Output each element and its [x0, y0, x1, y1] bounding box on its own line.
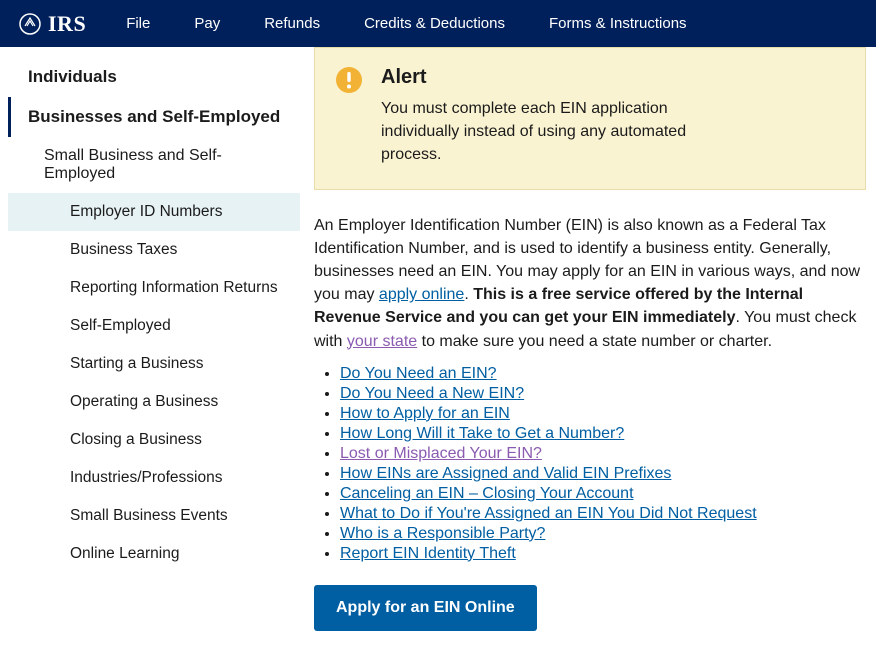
topic-link[interactable]: How to Apply for an EIN	[340, 405, 510, 422]
alert-icon	[335, 66, 363, 167]
topic-link[interactable]: What to Do if You're Assigned an EIN You…	[340, 505, 757, 522]
eagle-icon	[18, 12, 42, 36]
intro-text-4: to make sure you need a state number or …	[417, 333, 772, 350]
sidebar-item-self-employed[interactable]: Self-Employed	[8, 307, 300, 345]
irs-logo[interactable]: IRS	[18, 11, 86, 37]
topic-link[interactable]: Do You Need an EIN?	[340, 365, 497, 382]
sidebar-item-reporting-information-returns[interactable]: Reporting Information Returns	[8, 269, 300, 307]
list-item: Do You Need an EIN?	[340, 365, 866, 383]
left-sidebar: Individuals Businesses and Self-Employed…	[0, 47, 300, 651]
nav-forms-instructions[interactable]: Forms & Instructions	[549, 15, 687, 32]
logo-text: IRS	[48, 11, 86, 37]
list-item: What to Do if You're Assigned an EIN You…	[340, 505, 866, 523]
topic-link[interactable]: How EINs are Assigned and Valid EIN Pref…	[340, 465, 671, 482]
list-item: Who is a Responsible Party?	[340, 525, 866, 543]
alert-banner: Alert You must complete each EIN applica…	[314, 47, 866, 190]
sidebar-item-businesses-self-employed[interactable]: Businesses and Self-Employed	[8, 97, 300, 137]
sidebar-item-individuals[interactable]: Individuals	[8, 57, 300, 97]
sidebar-item-industries-professions[interactable]: Industries/Professions	[8, 459, 300, 497]
topic-link[interactable]: Who is a Responsible Party?	[340, 525, 545, 542]
nav-credits-deductions[interactable]: Credits & Deductions	[364, 15, 505, 32]
list-item: Report EIN Identity Theft	[340, 545, 866, 563]
intro-paragraph: An Employer Identification Number (EIN) …	[314, 214, 866, 353]
apply-ein-online-button[interactable]: Apply for an EIN Online	[314, 585, 537, 631]
list-item: Lost or Misplaced Your EIN?	[340, 445, 866, 463]
list-item: How to Apply for an EIN	[340, 405, 866, 423]
list-item: Do You Need a New EIN?	[340, 385, 866, 403]
list-item: How EINs are Assigned and Valid EIN Pref…	[340, 465, 866, 483]
sidebar-item-starting-a-business[interactable]: Starting a Business	[8, 345, 300, 383]
nav-pay[interactable]: Pay	[194, 15, 220, 32]
sidebar-item-operating-a-business[interactable]: Operating a Business	[8, 383, 300, 421]
top-navigation: IRS File Pay Refunds Credits & Deduction…	[0, 0, 876, 47]
ein-topic-links: Do You Need an EIN? Do You Need a New EIN…	[340, 365, 866, 563]
main-content: Alert You must complete each EIN applica…	[300, 47, 876, 651]
list-item: Canceling an EIN – Closing Your Account	[340, 485, 866, 503]
sidebar-item-closing-a-business[interactable]: Closing a Business	[8, 421, 300, 459]
alert-body: You must complete each EIN application i…	[381, 97, 741, 167]
sidebar-item-online-learning[interactable]: Online Learning	[8, 535, 300, 573]
alert-title: Alert	[381, 66, 741, 89]
topic-link[interactable]: Lost or Misplaced Your EIN?	[340, 445, 542, 462]
nav-refunds[interactable]: Refunds	[264, 15, 320, 32]
sidebar-item-small-business-and-self-employed[interactable]: Small Business and Self-Employed	[8, 137, 300, 193]
nav-file[interactable]: File	[126, 15, 150, 32]
apply-online-link[interactable]: apply online	[379, 286, 464, 303]
topic-link[interactable]: Do You Need a New EIN?	[340, 385, 524, 402]
sidebar-item-small-business-events[interactable]: Small Business Events	[8, 497, 300, 535]
sidebar-item-business-taxes[interactable]: Business Taxes	[8, 231, 300, 269]
sidebar-item-employer-id-numbers[interactable]: Employer ID Numbers	[8, 193, 300, 231]
your-state-link[interactable]: your state	[347, 333, 417, 350]
intro-text-2: .	[464, 286, 473, 303]
topic-link[interactable]: How Long Will it Take to Get a Number?	[340, 425, 624, 442]
list-item: How Long Will it Take to Get a Number?	[340, 425, 866, 443]
topic-link[interactable]: Canceling an EIN – Closing Your Account	[340, 485, 634, 502]
topic-link[interactable]: Report EIN Identity Theft	[340, 545, 516, 562]
